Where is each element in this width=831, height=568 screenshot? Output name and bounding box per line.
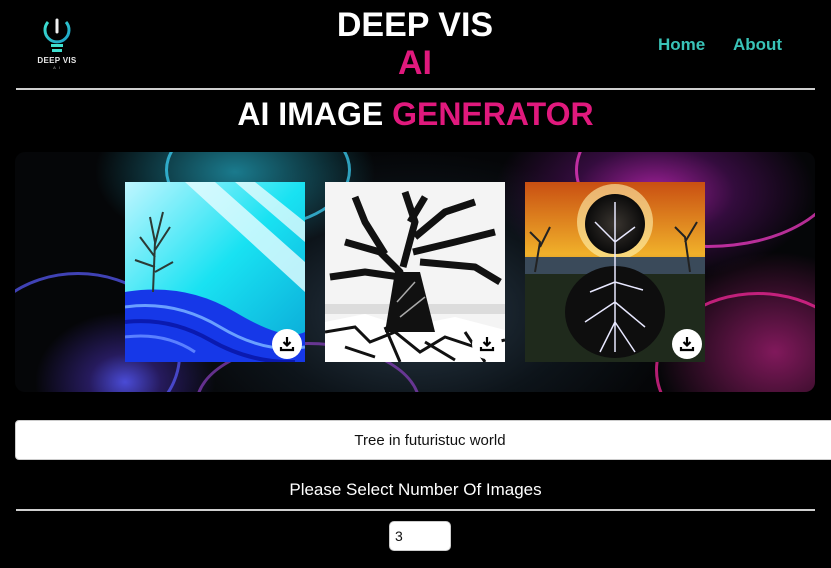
page-title-highlight: GENERATOR [392, 96, 594, 132]
logo-text: DEEP VIS [37, 56, 77, 65]
download-icon [679, 337, 695, 352]
header-divider [16, 88, 815, 90]
form-divider [16, 509, 815, 511]
prompt-input[interactable] [15, 420, 831, 460]
page-title: AI IMAGE GENERATOR [0, 96, 831, 132]
image-count-label: Please Select Number Of Images [289, 480, 542, 499]
image-count-input[interactable] [389, 521, 451, 551]
generated-image-1[interactable] [125, 182, 305, 362]
generated-image-2[interactable] [325, 182, 505, 362]
nav-home-link[interactable]: Home [658, 35, 705, 55]
download-button-1[interactable] [272, 329, 302, 359]
nav-about-link[interactable]: About [733, 35, 782, 55]
download-icon [479, 337, 495, 352]
image-gallery [15, 152, 815, 392]
download-icon [279, 337, 295, 352]
brand-title: DEEP VIS [336, 6, 494, 44]
header: DEEP VIS A I DEEP VIS AI Home About [0, 0, 831, 88]
lightbulb-power-icon [43, 18, 71, 52]
download-button-3[interactable] [672, 329, 702, 359]
logo-subtext: A I [53, 65, 61, 70]
logo[interactable]: DEEP VIS A I [28, 16, 86, 72]
download-button-2[interactable] [472, 329, 502, 359]
brand-subtitle: AI [398, 44, 432, 82]
page-title-main: AI IMAGE [237, 96, 384, 132]
generated-image-3[interactable] [525, 182, 705, 362]
